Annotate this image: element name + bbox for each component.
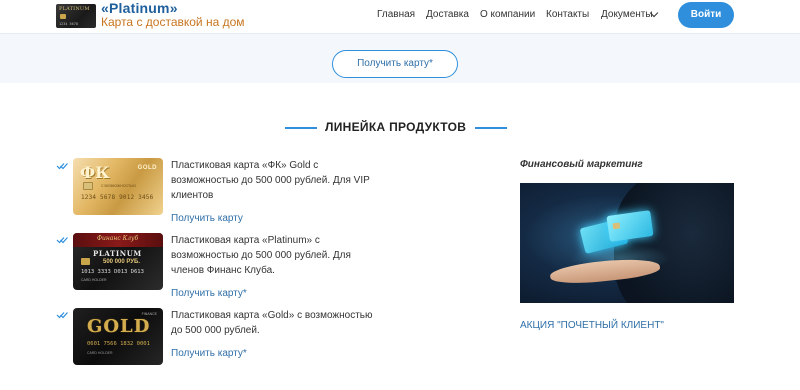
nav-item-documents[interactable]: Документы — [601, 9, 653, 20]
card-chip — [612, 222, 621, 230]
section-heading: ЛИНЕЙКА ПРОДУКТОВ — [0, 120, 800, 136]
product-get-card-link[interactable]: Получить карту* — [171, 288, 247, 299]
product-description: Пластиковая карта «ФК» Gold с возможност… — [171, 160, 370, 201]
checkmark-icon — [56, 311, 68, 319]
sidebar-title: Финансовый маркетинг — [520, 159, 643, 170]
card-logo-text: ФК — [80, 163, 110, 182]
checkmark-icon — [56, 236, 68, 244]
section-title: ЛИНЕЙКА ПРОДУКТОВ — [325, 120, 467, 134]
product-card-image-gold[interactable]: FINANCE GOLD 0601 7566 1832 0001 CARD HO… — [73, 308, 163, 365]
logo-card-chip — [60, 14, 66, 19]
checkmark-icon — [56, 162, 68, 170]
product-get-card-link[interactable]: Получить карту — [171, 213, 243, 224]
product-description: Пластиковая карта «Gold» с возможностью … — [171, 310, 373, 336]
card-holder-name: CARD HOLDER — [87, 351, 113, 355]
marketing-image[interactable] — [520, 183, 734, 303]
heading-divider-right — [475, 127, 507, 129]
card-number: 1013 3333 D013 D613 — [81, 269, 144, 275]
product-description: Пластиковая карта «Platinum» с возможнос… — [171, 235, 351, 276]
logo-card-number: 1234 5678 — [59, 22, 78, 26]
card-number: 1234 5678 9012 3456 — [81, 194, 154, 201]
card-chip — [81, 258, 90, 265]
card-word-text: PLATINUM — [93, 249, 142, 258]
nav-item-delivery[interactable]: Доставка — [426, 9, 469, 20]
card-number: 0601 7566 1832 0001 — [87, 341, 150, 347]
logo-card-image[interactable]: PLATINUM 1234 5678 — [56, 4, 96, 28]
logo-card-text: PLATINUM — [59, 6, 90, 12]
login-button[interactable]: Войти — [678, 2, 734, 28]
card-price-text: 500 000 РУБ. — [103, 259, 140, 265]
card-sub-text: С ВОЗМОЖНОСТЬЮ — [101, 184, 136, 188]
hero-strip: Получить карту* — [0, 33, 800, 83]
nav-item-about[interactable]: О компании — [480, 9, 535, 20]
product-card-image-platinum[interactable]: Финанс Клуб PLATINUM 500 000 РУБ. 1013 3… — [73, 233, 163, 290]
brand-subtitle: Карта с доставкой на дом — [101, 15, 245, 29]
card-chip — [83, 182, 93, 190]
get-card-button[interactable]: Получить карту* — [332, 50, 458, 78]
card-word-text: GOLD — [87, 316, 151, 337]
promo-link[interactable]: АКЦИЯ "ПОЧЕТНЫЙ КЛИЕНТ" — [520, 320, 664, 331]
product-card-image-fk-gold[interactable]: ФК GOLD С ВОЗМОЖНОСТЬЮ 1234 5678 9012 34… — [73, 158, 163, 215]
product-get-card-link[interactable]: Получить карту* — [171, 348, 247, 359]
site-header: PLATINUM 1234 5678 «Platinum» Карта с до… — [0, 0, 800, 33]
card-holder-name: CARD HOLDER — [81, 278, 107, 282]
heading-divider-left — [285, 127, 317, 129]
card-tag-text: GOLD — [137, 165, 157, 171]
card-script-text: Финанс Клуб — [97, 235, 139, 242]
brand-title[interactable]: «Platinum» — [101, 0, 178, 16]
nav-item-home[interactable]: Главная — [377, 9, 415, 20]
nav-item-contacts[interactable]: Контакты — [546, 9, 589, 20]
